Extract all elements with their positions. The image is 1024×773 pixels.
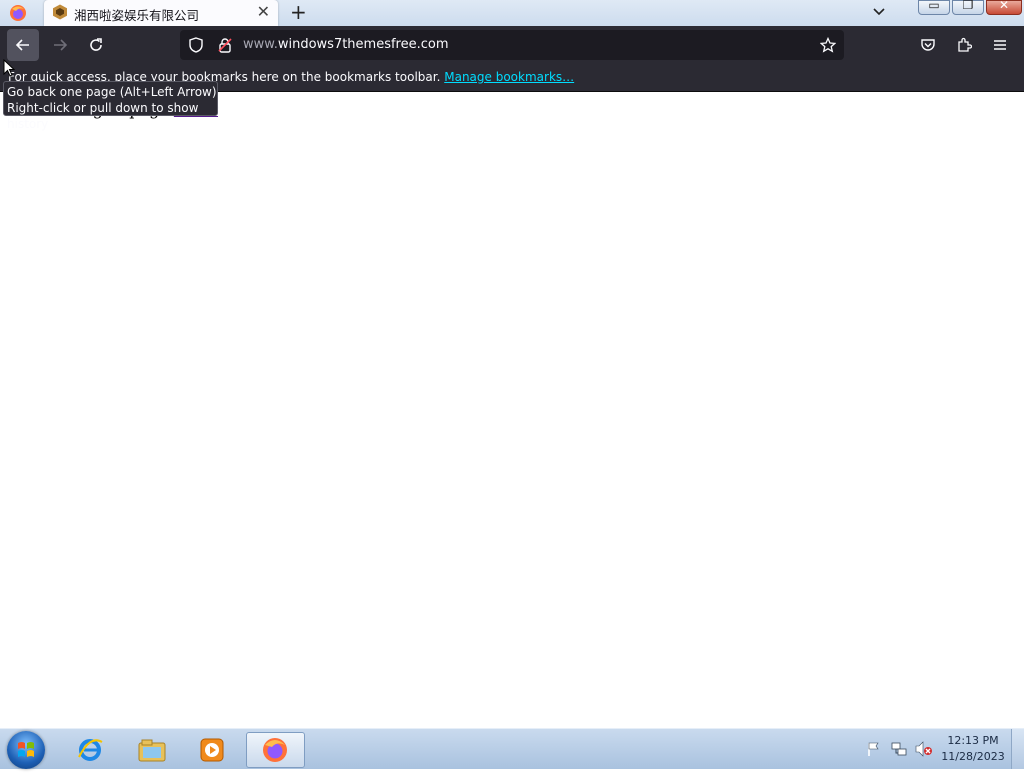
manage-bookmarks-link[interactable]: Manage bookmarks… (444, 70, 574, 84)
chevron-down-icon[interactable] (870, 3, 888, 21)
system-clock[interactable]: 12:13 PM 11/28/2023 (938, 733, 1008, 765)
arrow-right-icon (54, 39, 68, 51)
minimize-glyph: ▭ (928, 0, 940, 12)
hamburger-menu-icon[interactable] (992, 37, 1008, 53)
tracking-shield-icon[interactable] (188, 37, 204, 53)
firefox-view-icon[interactable] (8, 3, 28, 23)
url-bar[interactable]: www.windows7themesfree.com (180, 30, 844, 60)
close-glyph: ✕ (998, 0, 1010, 12)
bookmark-star-icon[interactable] (820, 37, 836, 53)
minimize-button[interactable]: ▭ (918, 0, 950, 15)
internet-explorer-icon (78, 739, 103, 761)
back-button-tooltip: Go back one page (Alt+Left Arrow) Right-… (3, 81, 218, 131)
mouse-cursor-icon (3, 59, 15, 77)
tooltip-line-1: Go back one page (Alt+Left Arrow) (7, 85, 217, 99)
close-icon[interactable]: ✕ (257, 4, 270, 20)
pocket-icon[interactable] (920, 37, 936, 53)
arrow-left-icon (15, 39, 29, 51)
taskbar-media-player[interactable] (186, 732, 236, 766)
page-content: Redirecting to page unter (0, 92, 1024, 728)
taskbar-file-explorer[interactable] (125, 732, 175, 766)
url-text: www.windows7themesfree.com (243, 37, 449, 52)
navigation-toolbar: www.windows7themesfree.com (0, 26, 1024, 64)
tooltip-line-2: Right-click or pull down to show history (7, 101, 199, 131)
restore-button[interactable]: ❐ (952, 0, 984, 15)
reload-icon (90, 38, 102, 51)
tab-strip: 湘西啦姿娱乐有限公司 ✕ + ▭ ❐ ✕ (0, 0, 1024, 26)
tab-title: 湘西啦姿娱乐有限公司 (74, 8, 200, 23)
window-controls: ▭ ❐ ✕ (918, 0, 1022, 20)
url-prefix: www. (243, 37, 278, 52)
url-domain: windows7themesfree.com (277, 37, 449, 52)
windows-logo-icon (18, 742, 34, 757)
hexagon-logo-icon (52, 4, 68, 20)
network-icon[interactable] (891, 741, 907, 757)
insecure-lock-icon[interactable] (217, 37, 233, 53)
media-player-icon (200, 738, 224, 762)
file-explorer-icon (138, 739, 166, 762)
show-desktop-button[interactable] (1011, 729, 1024, 769)
reload-button[interactable] (80, 29, 112, 61)
start-button[interactable] (7, 731, 45, 769)
restore-glyph: ❐ (962, 0, 974, 12)
action-center-flag-icon[interactable] (866, 741, 882, 757)
taskbar-internet-explorer[interactable] (64, 732, 114, 766)
clock-time: 12:13 PM (947, 734, 999, 747)
firefox-icon (263, 738, 287, 762)
forward-button[interactable] (44, 29, 76, 61)
back-button[interactable] (7, 29, 39, 61)
taskbar-firefox[interactable] (246, 732, 305, 768)
clock-date: 11/28/2023 (941, 750, 1005, 763)
close-window-button[interactable]: ✕ (986, 0, 1022, 15)
extensions-icon[interactable] (956, 37, 972, 53)
taskbar: 12:13 PM 11/28/2023 (0, 728, 1024, 769)
volume-muted-icon[interactable] (915, 741, 933, 757)
plus-icon[interactable]: + (290, 2, 307, 22)
tab-active[interactable]: 湘西啦姿娱乐有限公司 ✕ (44, 0, 278, 26)
